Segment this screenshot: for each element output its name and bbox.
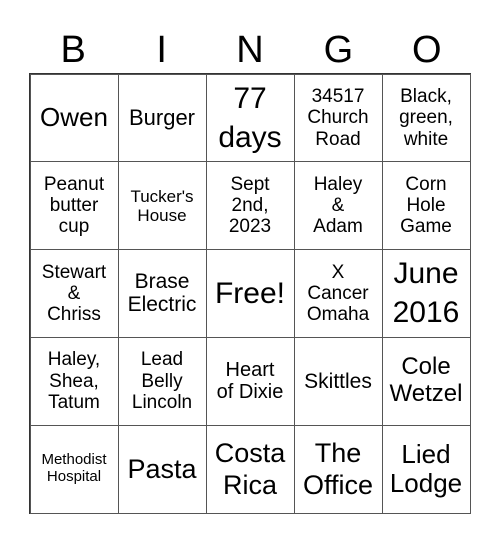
bingo-cell[interactable]: Brase Electric: [117, 249, 207, 338]
bingo-cell[interactable]: Burger: [117, 73, 207, 163]
bingo-cell[interactable]: Methodist Hospital: [29, 424, 119, 514]
bingo-cell[interactable]: Sept 2nd, 2023: [205, 161, 295, 251]
bingo-cell[interactable]: Tucker's House: [117, 161, 207, 251]
bingo-cell[interactable]: Lead Belly Lincoln: [117, 336, 207, 426]
header-letter-g: G: [323, 29, 354, 71]
bingo-grid: Owen Burger 77 days 34517 Church Road Bl…: [29, 73, 471, 514]
bingo-cell[interactable]: Owen: [29, 73, 119, 163]
bingo-cell[interactable]: The Office: [293, 424, 383, 514]
bingo-cell[interactable]: Lied Lodge: [381, 424, 471, 514]
bingo-cell[interactable]: Corn Hole Game: [381, 161, 471, 251]
bingo-cell[interactable]: Heart of Dixie: [205, 336, 295, 426]
bingo-cell[interactable]: Peanut butter cup: [29, 161, 119, 251]
bingo-cell[interactable]: 77 days: [205, 73, 295, 163]
bingo-cell[interactable]: Cole Wetzel: [381, 336, 471, 426]
header-letter-n: N: [236, 29, 264, 71]
header-letter-o: O: [412, 29, 442, 71]
bingo-header: B I N G O: [29, 28, 471, 73]
free-space[interactable]: Free!: [205, 249, 295, 338]
bingo-cell[interactable]: Pasta: [117, 424, 207, 514]
bingo-cell[interactable]: Skittles: [293, 336, 383, 426]
bingo-cell[interactable]: Costa Rica: [205, 424, 295, 514]
bingo-cell[interactable]: Haley, Shea, Tatum: [29, 336, 119, 426]
bingo-cell[interactable]: Haley & Adam: [293, 161, 383, 251]
header-letter-i: I: [156, 29, 167, 71]
bingo-cell[interactable]: Stewart & Chriss: [29, 249, 119, 338]
header-letter-b: B: [60, 29, 86, 71]
bingo-cell[interactable]: Black, green, white: [381, 73, 471, 163]
bingo-cell[interactable]: June 2016: [381, 249, 471, 338]
bingo-cell[interactable]: X Cancer Omaha: [293, 249, 383, 338]
bingo-cell[interactable]: 34517 Church Road: [293, 73, 383, 163]
